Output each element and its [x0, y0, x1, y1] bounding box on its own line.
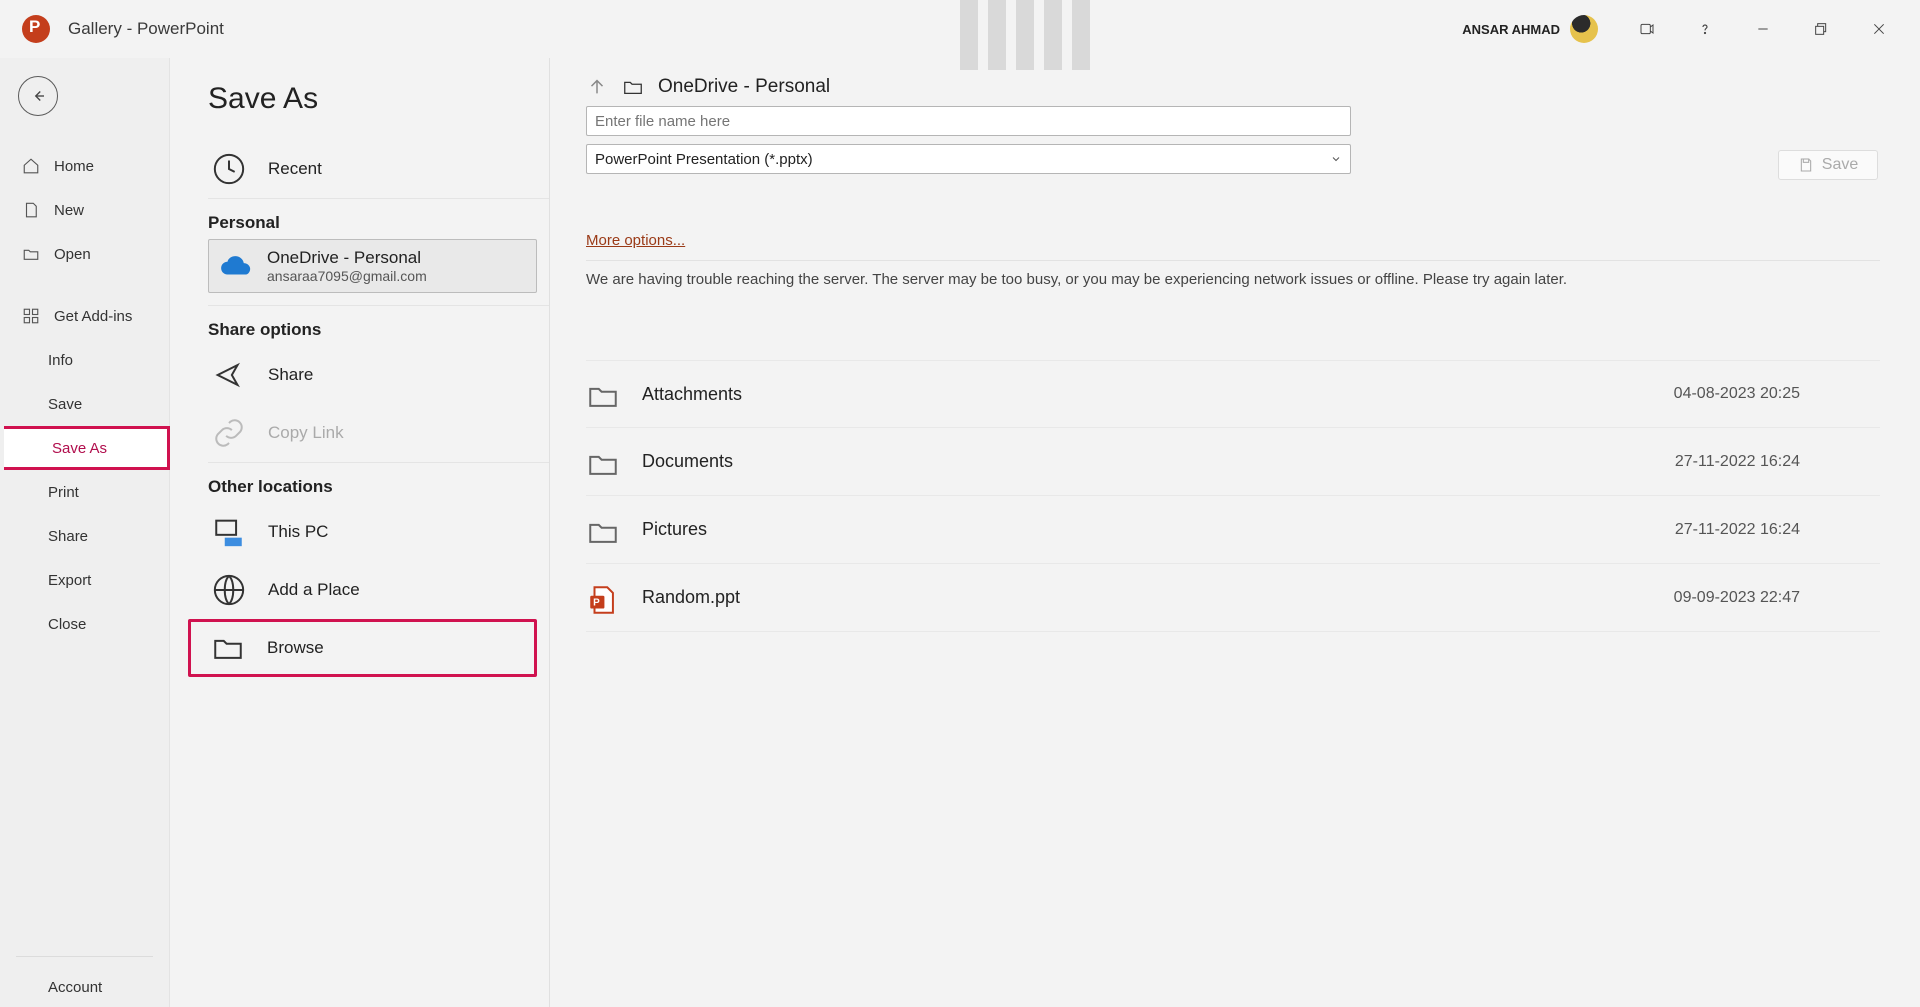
- server-error-message: We are having trouble reaching the serve…: [586, 260, 1880, 290]
- file-date: 27-11-2022 16:24: [1675, 453, 1800, 471]
- sidebar-label: Share: [48, 528, 88, 545]
- save-button-label: Save: [1822, 156, 1858, 174]
- file-row[interactable]: Documents 27-11-2022 16:24: [586, 428, 1880, 496]
- clock-icon: [212, 152, 246, 186]
- location-recent[interactable]: Recent: [208, 140, 549, 198]
- sidebar-label: Save As: [52, 440, 107, 457]
- this-pc-label: This PC: [268, 522, 328, 542]
- sidebar-label: Close: [48, 616, 86, 633]
- browse-label: Browse: [267, 638, 324, 658]
- sidebar-label: Print: [48, 484, 79, 501]
- sidebar-item-addins[interactable]: Get Add-ins: [0, 294, 169, 338]
- share-icon: [212, 358, 246, 392]
- file-row[interactable]: Attachments 04-08-2023 20:25: [586, 360, 1880, 428]
- help-button[interactable]: [1676, 0, 1734, 58]
- sidebar-label: Save: [48, 396, 82, 413]
- save-icon: [1798, 157, 1814, 173]
- minimize-button[interactable]: [1734, 0, 1792, 58]
- copy-link-label: Copy Link: [268, 423, 344, 443]
- sidebar-label: New: [54, 202, 84, 219]
- section-share-options: Share options: [208, 306, 549, 346]
- locations-panel: Save As Recent Personal OneDrive - Perso…: [170, 58, 550, 1007]
- filetype-select[interactable]: PowerPoint Presentation (*.pptx): [586, 144, 1351, 174]
- sidebar-item-open[interactable]: Open: [0, 232, 169, 276]
- file-date: 04-08-2023 20:25: [1674, 385, 1800, 403]
- coming-soon-icon[interactable]: [1618, 0, 1676, 58]
- back-button[interactable]: [18, 76, 58, 116]
- sidebar-label: Home: [54, 158, 94, 175]
- page-title: Save As: [208, 82, 549, 116]
- new-icon: [22, 201, 40, 219]
- powerpoint-icon: [22, 15, 50, 43]
- file-name: Random.ppt: [642, 587, 1652, 608]
- more-options-link[interactable]: More options...: [586, 232, 685, 249]
- file-row[interactable]: Pictures 27-11-2022 16:24: [586, 496, 1880, 564]
- svg-text:P: P: [593, 597, 600, 608]
- folder-path-icon: [622, 76, 644, 98]
- sidebar-separator: [16, 956, 153, 957]
- user-name[interactable]: ANSAR AHMAD: [1462, 22, 1560, 37]
- share-option-share[interactable]: Share: [208, 346, 549, 404]
- add-place-label: Add a Place: [268, 580, 360, 600]
- chevron-down-icon: [1330, 153, 1342, 165]
- file-date: 09-09-2023 22:47: [1674, 589, 1800, 607]
- home-icon: [22, 157, 40, 175]
- sidebar-item-home[interactable]: Home: [0, 144, 169, 188]
- sidebar-label: Export: [48, 572, 91, 589]
- share-option-copy-link: Copy Link: [208, 404, 549, 462]
- current-path[interactable]: OneDrive - Personal: [658, 76, 830, 98]
- sidebar-label: Open: [54, 246, 91, 263]
- file-row[interactable]: P Random.ppt 09-09-2023 22:47: [586, 564, 1880, 632]
- user-avatar[interactable]: [1570, 15, 1598, 43]
- share-label: Share: [268, 365, 313, 385]
- backstage-sidebar: Home New Open Get Add-ins Info Save Save…: [0, 58, 170, 1007]
- sidebar-item-info[interactable]: Info: [0, 338, 169, 382]
- sidebar-label: Account: [48, 979, 102, 996]
- maximize-button[interactable]: [1792, 0, 1850, 58]
- onedrive-title: OneDrive - Personal: [267, 248, 427, 268]
- sidebar-item-close[interactable]: Close: [0, 602, 169, 646]
- folder-icon: [586, 447, 620, 477]
- section-other-locations: Other locations: [208, 463, 549, 503]
- sidebar-item-save-as[interactable]: Save As: [4, 426, 170, 470]
- sidebar-item-save[interactable]: Save: [0, 382, 169, 426]
- ppt-file-icon: P: [586, 583, 620, 613]
- open-icon: [22, 245, 40, 263]
- file-name: Documents: [642, 451, 1653, 472]
- sidebar-label: Info: [48, 352, 73, 369]
- up-arrow-icon[interactable]: [586, 76, 608, 98]
- location-label: Recent: [268, 159, 322, 179]
- decorative-stripes: [960, 0, 1140, 58]
- sidebar-label: Get Add-ins: [54, 308, 132, 325]
- addins-icon: [22, 307, 40, 325]
- sidebar-item-export[interactable]: Export: [0, 558, 169, 602]
- location-add-place[interactable]: Add a Place: [208, 561, 549, 619]
- file-name: Attachments: [642, 384, 1652, 405]
- save-details-panel: OneDrive - Personal PowerPoint Presentat…: [550, 58, 1920, 1007]
- sidebar-item-share[interactable]: Share: [0, 514, 169, 558]
- section-personal: Personal: [208, 199, 549, 239]
- location-browse[interactable]: Browse: [188, 619, 537, 677]
- onedrive-email: ansaraa7095@gmail.com: [267, 268, 427, 284]
- link-icon: [212, 416, 246, 450]
- filename-input[interactable]: [586, 106, 1351, 136]
- filetype-value: PowerPoint Presentation (*.pptx): [595, 151, 813, 168]
- file-name: Pictures: [642, 519, 1653, 540]
- folder-icon: [586, 379, 620, 409]
- onedrive-icon: [219, 254, 253, 278]
- save-button[interactable]: Save: [1778, 150, 1878, 180]
- file-date: 27-11-2022 16:24: [1675, 521, 1800, 539]
- browse-icon: [211, 631, 245, 665]
- add-place-icon: [212, 573, 246, 607]
- sidebar-item-print[interactable]: Print: [0, 470, 169, 514]
- sidebar-item-new[interactable]: New: [0, 188, 169, 232]
- sidebar-item-account[interactable]: Account: [0, 965, 169, 1007]
- folder-icon: [586, 515, 620, 545]
- close-button[interactable]: [1850, 0, 1908, 58]
- file-list: Attachments 04-08-2023 20:25 Documents 27-1…: [586, 360, 1880, 632]
- this-pc-icon: [212, 515, 246, 549]
- window-title: Gallery - PowerPoint: [68, 19, 224, 39]
- location-this-pc[interactable]: This PC: [208, 503, 549, 561]
- location-onedrive-personal[interactable]: OneDrive - Personal ansaraa7095@gmail.co…: [208, 239, 537, 293]
